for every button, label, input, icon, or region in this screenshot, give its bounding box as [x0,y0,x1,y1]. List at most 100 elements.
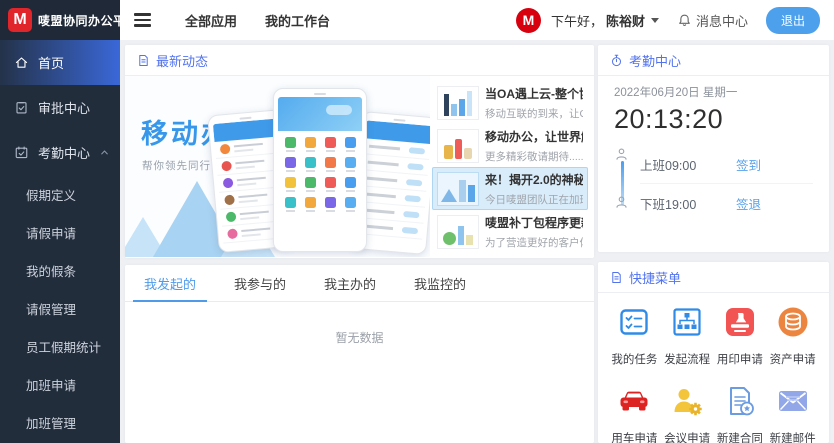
calendar-icon [14,145,29,160]
quick-menu-grid: 我的任务 发起流程 [598,293,829,443]
quick-item-asset-apply[interactable]: 资产申请 [766,305,819,367]
contract-icon [723,384,757,418]
topbar: M 唛盟协同办公平台 全部应用 我的工作台 M 下午好，陈裕财 消息中心 退出 [0,0,834,40]
phone-mockup [273,88,367,252]
sidebar-subitem-overtime-manage[interactable]: 加班管理 [0,403,120,441]
attendance-card-title: 考勤中心 [629,51,681,70]
document-icon [137,54,150,67]
username: 陈裕财 [606,11,645,30]
news-item-desc: 今日唛盟团队正在加班加点， [485,192,583,207]
sidebar-subitem-overtime-apply[interactable]: 加班申请 [0,365,120,403]
tab-hosted[interactable]: 我主办的 [305,265,395,301]
quick-item-label: 会议申请 [664,430,710,443]
shift-end-label: 下班19:00 [640,194,710,213]
quick-item-label: 发起流程 [664,351,710,367]
clipboard-icon [14,100,29,115]
tab-monitored[interactable]: 我监控的 [395,265,485,301]
sidebar-subitem-staff-holiday-stats[interactable]: 员工假期统计 [0,327,120,365]
promo-banner[interactable]: 移动办公 帮你领先同行 把工作带出办公室 [125,76,430,257]
app-logo: M [8,8,32,32]
news-item[interactable]: 唛盟补丁包程序更新 为了营造更好的客户体验，唛 [432,210,588,253]
quick-menu-header: 快捷菜单 [598,262,829,293]
avatar[interactable]: M [516,8,541,33]
nav-my-workbench[interactable]: 我的工作台 [265,11,330,30]
sidebar: 首页 审批中心 考勤中心 假期定义 请假申请 我的假条 请假管理 员工假期统计 … [0,40,120,443]
message-center-label: 消息中心 [696,11,748,30]
news-list: 当OA遇上云-整个协同OA 移动互联的到来，让OA与云 移动办公，让世界触手可 … [430,76,594,257]
menu-toggle-icon[interactable] [130,9,155,30]
news-body: 移动办公 帮你领先同行 把工作带出办公室 [125,76,594,257]
news-card-title: 最新动态 [156,51,208,70]
quick-item-label: 新建合同 [717,430,763,443]
sidebar-subitem-my-leave[interactable]: 我的假条 [0,251,120,289]
quick-item-start-flow[interactable]: 发起流程 [661,305,714,367]
quick-item-label: 新建邮件 [770,430,816,443]
quick-item-my-tasks[interactable]: 我的任务 [608,305,661,367]
stopwatch-icon [610,54,623,67]
tab-participated[interactable]: 我参与的 [215,265,305,301]
news-thumbnail [437,129,479,163]
logout-button[interactable]: 退出 [766,7,820,34]
quick-item-new-mail[interactable]: 新建邮件 [766,384,819,443]
phone-mockups [213,80,428,257]
news-item[interactable]: 当OA遇上云-整个协同OA 移动互联的到来，让OA与云 [432,81,588,124]
news-item[interactable]: 移动办公，让世界触手可 更多精彩敬请期待........ [432,124,588,167]
nav-all-apps[interactable]: 全部应用 [185,11,237,30]
sidebar-item-label: 首页 [38,53,64,72]
news-thumbnail [437,86,479,120]
news-thumbnail [437,172,479,206]
sidebar-item-label: 考勤中心 [38,143,90,162]
sidebar-subitem-leave-manage[interactable]: 请假管理 [0,289,120,327]
quick-item-label: 我的任务 [611,351,657,367]
tab-initiated[interactable]: 我发起的 [125,265,215,301]
attendance-rows: 上班09:00 签到 下班19:00 签退 [614,145,813,223]
news-item-desc: 为了营造更好的客户体验，唛 [485,235,583,250]
home-icon [14,55,29,70]
quick-item-new-contract[interactable]: 新建合同 [714,384,767,443]
top-nav: 全部应用 我的工作台 [185,11,330,30]
sidebar-subitem-holiday-define[interactable]: 假期定义 [0,175,120,213]
attendance-clock: 20:13:20 [614,104,813,135]
attendance-date: 2022年06月20日 星期一 [614,84,813,100]
main-content: 最新动态 移动办公 帮你领先同行 把工作带出办公室 [120,40,834,443]
news-item-selected[interactable]: 来！揭开2.0的神秘面纱~ 今日唛盟团队正在加班加点， [432,167,588,210]
attendance-body: 2022年06月20日 星期一 20:13:20 上班09:00 签到 [598,76,829,223]
my-tasks-card: 我发起的 我参与的 我主办的 我监控的 暂无数据 [125,265,594,443]
shift-start-label: 上班09:00 [640,155,710,174]
news-item-desc: 移动互联的到来，让OA与云 [485,106,583,121]
news-item-desc: 更多精彩敬请期待........ [485,149,583,164]
tasks-tabs: 我发起的 我参与的 我主办的 我监控的 [125,265,594,302]
caret-down-icon [651,18,659,23]
news-item-title: 当OA遇上云-整个协同OA [485,85,583,102]
quick-menu-card: 快捷菜单 我的任务 [598,262,829,443]
sign-in-link[interactable]: 签到 [736,155,761,174]
attendance-card: 考勤中心 2022年06月20日 星期一 20:13:20 上班09:00 签到 [598,45,829,252]
flow-icon [670,305,704,339]
app-window: M 唛盟协同办公平台 全部应用 我的工作台 M 下午好，陈裕财 消息中心 退出 [0,0,834,443]
news-item-title: 唛盟补丁包程序更新 [485,214,583,231]
quick-item-vehicle-apply[interactable]: 用车申请 [608,384,661,443]
sidebar-item-approval[interactable]: 审批中心 [0,85,120,130]
chevron-up-icon [99,147,110,158]
sidebar-subitem-leave-apply[interactable]: 请假申请 [0,213,120,251]
quick-item-meeting-apply[interactable]: 会议申请 [661,384,714,443]
news-thumbnail [437,215,479,249]
bell-icon [677,13,692,28]
empty-state-text: 暂无数据 [125,302,594,346]
logo-area: M 唛盟协同办公平台 [0,0,120,40]
mail-icon [776,384,810,418]
news-item-title: 来！揭开2.0的神秘面纱~ [485,171,583,188]
sidebar-item-label: 审批中心 [38,98,90,117]
message-center-button[interactable]: 消息中心 [677,11,748,30]
task-list-icon [617,305,651,339]
user-menu[interactable]: 下午好，陈裕财 [551,11,659,30]
quick-item-label: 资产申请 [770,351,816,367]
car-icon [617,384,651,418]
sign-out-link[interactable]: 签退 [736,194,761,213]
quick-item-seal-apply[interactable]: 用印申请 [714,305,767,367]
stamp-icon [723,305,757,339]
document-icon [610,271,623,284]
sidebar-item-attendance[interactable]: 考勤中心 [0,130,120,175]
greeting-text: 下午好， [551,11,603,30]
sidebar-item-home[interactable]: 首页 [0,40,120,85]
